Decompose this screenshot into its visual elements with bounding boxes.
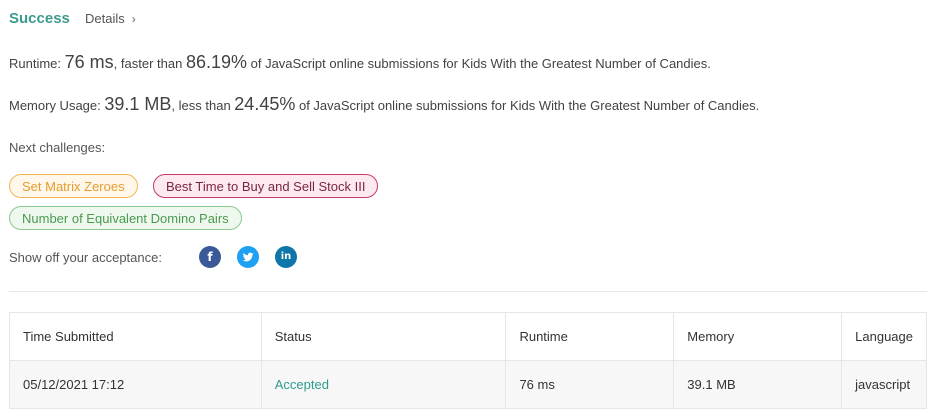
memory-stats: Memory Usage: 39.1 MB, less than 24.45% … (9, 94, 759, 115)
facebook-icon[interactable]: f (199, 246, 221, 268)
table-row: 05/12/2021 17:12 Accepted 76 ms 39.1 MB … (9, 360, 927, 409)
share-label: Show off your acceptance: (9, 250, 162, 265)
challenge-best-time-stock-iii[interactable]: Best Time to Buy and Sell Stock III (153, 174, 379, 198)
cell-language: javascript (841, 360, 927, 409)
runtime-middle: , faster than (113, 56, 186, 71)
header-runtime[interactable]: Runtime (505, 312, 675, 361)
cell-status-accepted-link[interactable]: Accepted (260, 360, 507, 409)
challenge-domino-pairs[interactable]: Number of Equivalent Domino Pairs (9, 206, 242, 230)
submission-table: Time Submitted Status Runtime Memory Lan… (9, 312, 927, 409)
memory-percent: 24.45% (234, 94, 296, 114)
runtime-value: 76 ms (64, 52, 114, 72)
memory-prefix: Memory Usage: (9, 98, 105, 113)
cell-time-submitted: 05/12/2021 17:12 (9, 360, 262, 409)
runtime-prefix: Runtime: (9, 56, 65, 71)
runtime-percent: 86.19% (185, 52, 247, 72)
divider (9, 291, 927, 292)
twitter-icon[interactable] (237, 246, 259, 268)
header-time-submitted[interactable]: Time Submitted (9, 312, 262, 361)
header-memory[interactable]: Memory (673, 312, 843, 361)
next-challenges-label: Next challenges: (9, 140, 106, 155)
linkedin-icon[interactable]: in (275, 246, 297, 268)
cell-memory: 39.1 MB (673, 360, 843, 409)
chevron-right-icon: › (131, 12, 136, 26)
header-status[interactable]: Status (260, 312, 507, 361)
memory-suffix: of JavaScript online submissions for Kid… (295, 98, 760, 113)
runtime-suffix: of JavaScript online submissions for Kid… (247, 56, 711, 71)
cell-runtime: 76 ms (505, 360, 675, 409)
header-language[interactable]: Language (841, 312, 927, 361)
runtime-stats: Runtime: 76 ms, faster than 86.19% of Ja… (9, 52, 711, 73)
details-label: Details (85, 11, 125, 26)
table-header-row: Time Submitted Status Runtime Memory Lan… (9, 312, 927, 361)
memory-value: 39.1 MB (104, 94, 172, 114)
memory-middle: , less than (171, 98, 235, 113)
challenge-set-matrix-zeroes[interactable]: Set Matrix Zeroes (9, 174, 138, 198)
status-title: Success (9, 10, 70, 27)
details-link[interactable]: Details › (85, 11, 136, 26)
